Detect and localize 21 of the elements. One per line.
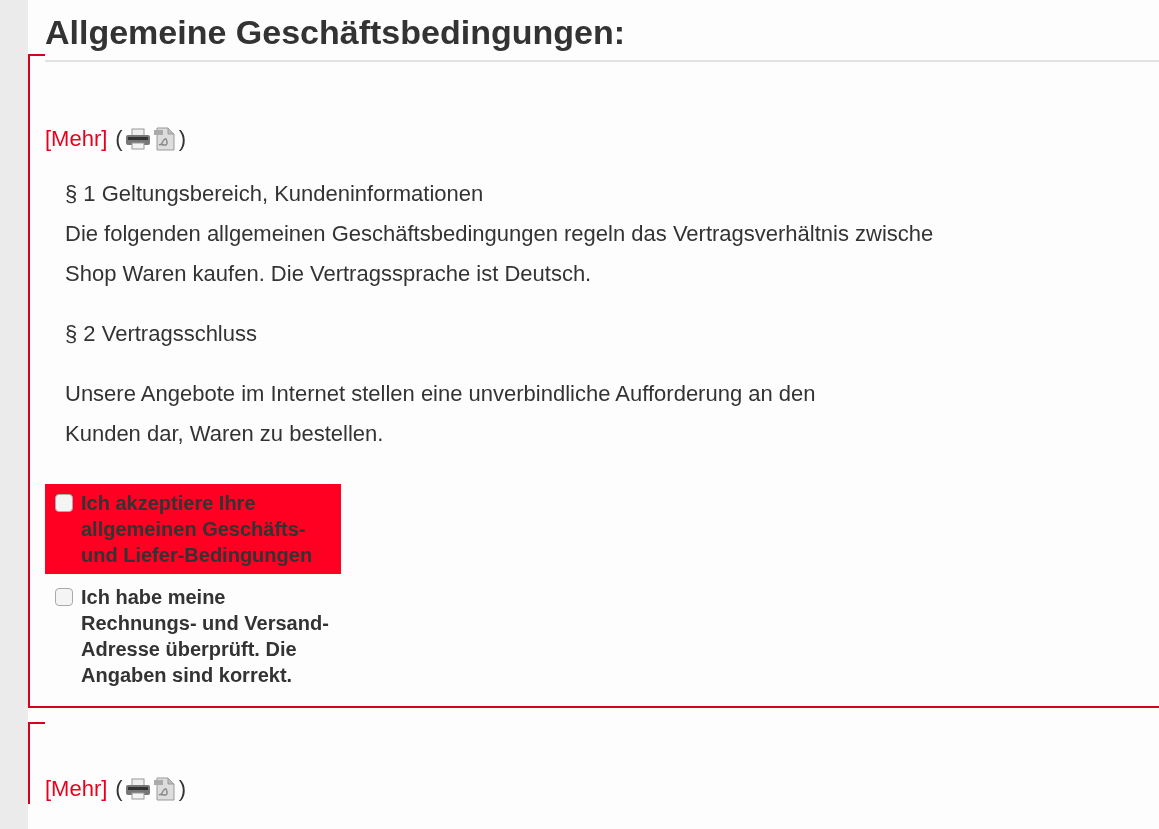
page-title: Allgemeine Geschäftsbedingungen:	[45, 10, 1159, 62]
parenthesis: (	[115, 125, 123, 153]
parenthesis: )	[178, 125, 186, 153]
print-icon[interactable]	[124, 778, 151, 800]
checkbox-label: Ich akzeptiere Ihre allgemeinen Geschäfts- und Liefer-Bedingungen	[81, 491, 314, 568]
checkbox[interactable]	[55, 494, 73, 512]
print-icon[interactable]	[124, 128, 151, 150]
text-line: Shop Waren kaufen. Die Vertragssprache ist Deutsch.	[65, 260, 593, 288]
checkbox[interactable]	[55, 588, 73, 606]
text-line: Kunden dar, Waren zu bestellen.	[65, 420, 385, 448]
more-link[interactable]: [Mehr]	[45, 774, 108, 804]
parenthesis: (	[115, 775, 123, 803]
parenthesis: )	[178, 775, 186, 803]
text-line: Die folgenden allgemeinen Geschäftsbedingungen regeln das Vertragsverhältnis zwische	[65, 220, 935, 248]
text-line: Unsere Angebote im Internet stellen eine unverbindliche Aufforderung an den	[65, 380, 817, 408]
more-link[interactable]: [Mehr]	[45, 124, 108, 154]
checkbox-label: Ich habe meine Rechnungs- und Versand-Adresse überprüft. Die Angaben sind korrekt.	[81, 585, 330, 688]
text-line: § 1 Geltungsbereich, Kundeninformationen	[65, 180, 485, 208]
highlighted-checkbox-row[interactable]: Ich akzeptiere Ihre allgemeinen Geschäfts- und Liefer-Bedingungen	[45, 484, 341, 574]
checkbox-row[interactable]: Ich habe meine Rechnungs- und Versand-Adresse überprüft. Die Angaben sind korrekt.	[45, 578, 341, 694]
text-line: § 2 Vertragsschluss	[65, 320, 258, 348]
